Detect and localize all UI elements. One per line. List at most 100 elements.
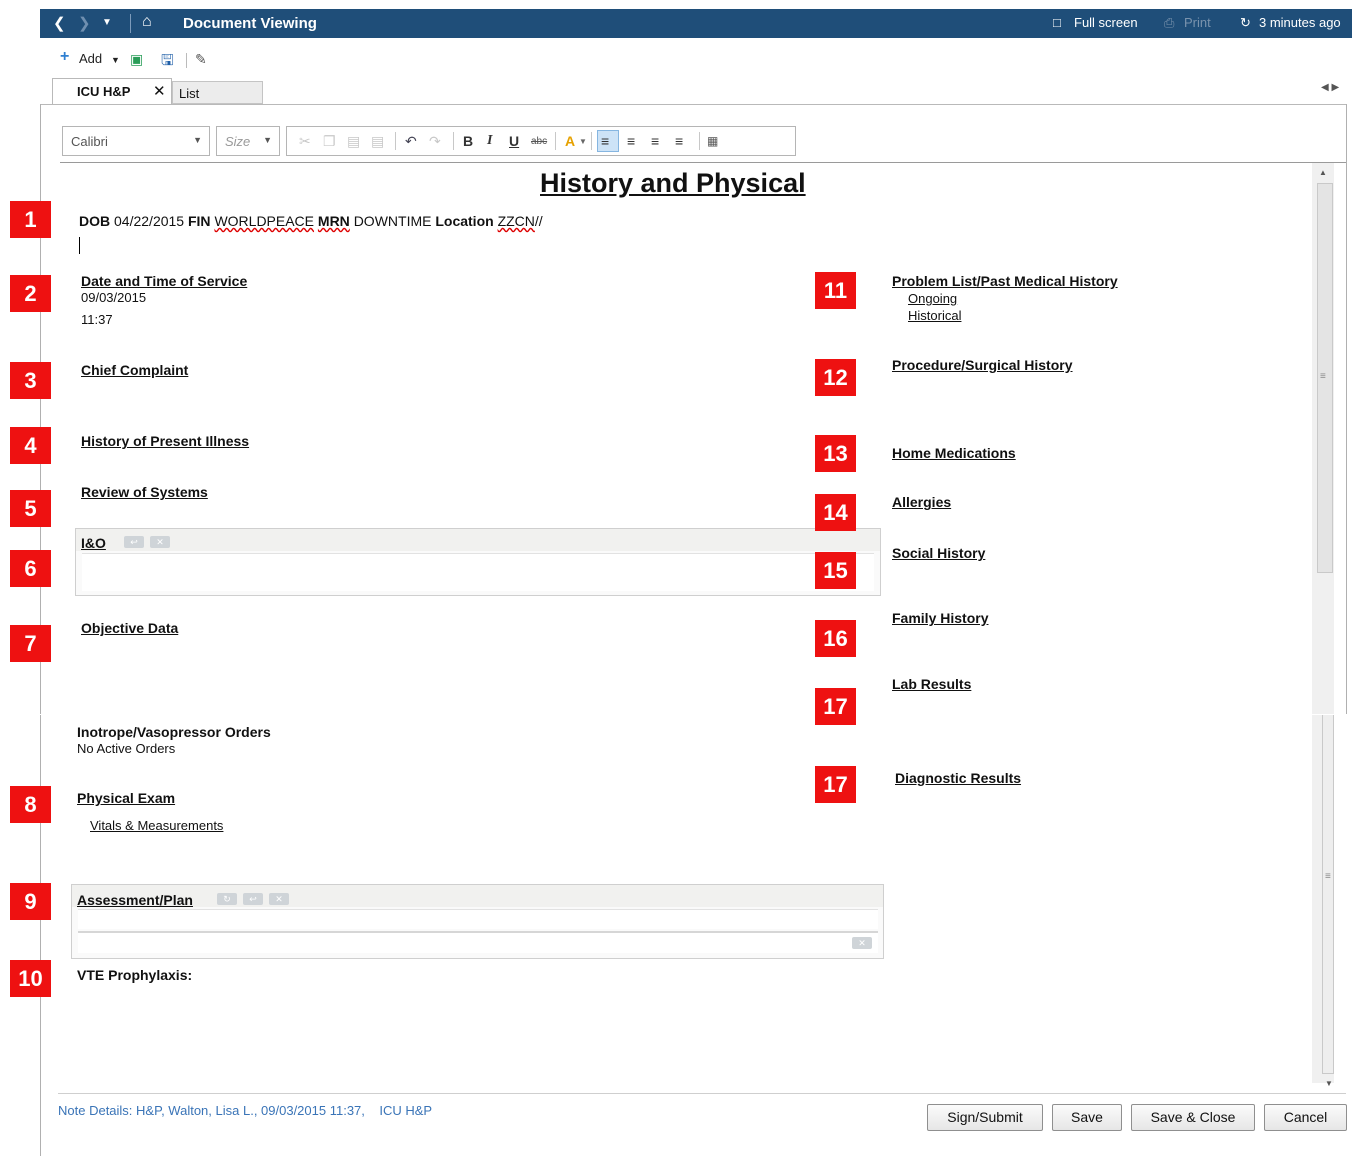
editor-top-border [60,162,1346,163]
footer-divider [58,1093,1346,1094]
demographics-line: DOB 04/22/2015 FIN WORLDPEACE MRN DOWNTI… [79,213,543,229]
strikethrough-icon[interactable]: abc [531,136,547,147]
add-icon[interactable]: + [60,48,69,66]
callout-badge: 11 [815,272,856,309]
save-close-button[interactable]: Save & Close [1131,1104,1255,1131]
italic-icon[interactable]: I [487,133,492,149]
callout-badge: 12 [815,359,856,396]
edit-icon[interactable]: ✎ [195,51,207,68]
remove-icon[interactable]: ✕ [150,536,170,548]
assessment-plan-section: Assessment/Plan ↻ ↩ ✕ ✕ [71,884,884,959]
format-toolbar: ✂ ❐ ▤ ▤ ↶ ↷ B I U abc A ▼ ≡ ≡ ≡ ≡ ▦ [286,126,796,156]
callout-badge: 15 [815,552,856,589]
sign-submit-button[interactable]: Sign/Submit [927,1104,1043,1131]
add-dropdown-icon[interactable]: ▼ [111,55,120,65]
tab-list-label: List [179,86,200,101]
forward-icon[interactable]: ❯ [78,14,91,32]
callout-badge: 2 [10,275,51,312]
hpi-heading[interactable]: History of Present Illness [81,433,249,449]
allergies-heading[interactable]: Allergies [892,494,951,510]
fullscreen-icon[interactable]: □ [1053,15,1061,30]
align-center-icon[interactable]: ≡ [627,133,635,149]
vitals-link[interactable]: Vitals & Measurements [90,818,223,833]
close-tab-icon[interactable]: ✕ [153,82,166,100]
service-time: 11:37 [81,312,113,327]
diagnostic-results-heading[interactable]: Diagnostic Results [895,770,1021,786]
chevron-down-icon: ▼ [263,135,272,145]
io-content[interactable] [82,553,874,591]
ros-heading[interactable]: Review of Systems [81,484,208,500]
callout-badge: 10 [10,960,51,997]
underline-icon[interactable]: U [509,133,519,149]
toolbar-separator [555,132,556,150]
save-button[interactable]: Save [1052,1104,1122,1131]
io-section-header [76,529,880,551]
align-justify-icon[interactable]: ≡ [675,133,683,149]
callout-badge: 8 [10,786,51,823]
insert-icon[interactable]: ↩ [124,536,144,548]
scroll-down-icon[interactable]: ▼ [1325,1079,1333,1088]
clear-entry-icon[interactable]: ✕ [852,937,872,949]
date-time-heading[interactable]: Date and Time of Service [81,273,247,289]
grip-icon: ≡ [1325,871,1331,882]
family-history-heading[interactable]: Family History [892,610,988,626]
scrollbar-thumb-lower[interactable] [1322,714,1334,1074]
font-size-select[interactable]: Size ▼ [216,126,280,156]
insert-icon[interactable]: ↩ [243,893,263,905]
assessment-plan-content[interactable] [78,909,878,929]
editor-frame-right [1346,104,1347,714]
assessment-plan-heading[interactable]: Assessment/Plan [77,892,193,908]
physical-exam-heading[interactable]: Physical Exam [77,790,175,806]
procedure-history-heading[interactable]: Procedure/Surgical History [892,357,1073,373]
fullscreen-button[interactable]: Full screen [1074,15,1138,30]
assessment-plan-header [72,885,883,907]
font-color-icon[interactable]: A [565,133,575,149]
problem-list-heading[interactable]: Problem List/Past Medical History [892,273,1118,289]
align-left-icon[interactable]: ≡ [601,133,609,149]
location-suffix: // [534,213,543,229]
tab-scroll-arrows[interactable]: ◀ ▶ [1321,82,1339,93]
refresh-icon[interactable]: ↻ [1240,15,1251,31]
ongoing-link[interactable]: Ongoing [908,291,957,306]
scroll-up-icon[interactable]: ▲ [1319,168,1327,177]
home-medications-heading[interactable]: Home Medications [892,445,1016,461]
bold-icon[interactable]: B [463,133,473,149]
mrn-label: MRN [317,213,350,229]
callout-badge: 13 [815,435,856,472]
toolbar-separator [699,132,700,150]
io-heading[interactable]: I&O [81,535,106,551]
assessment-plan-entry[interactable]: ✕ [78,931,878,953]
tab-list[interactable]: List [172,81,263,104]
add-button[interactable]: Add [79,51,102,66]
screenshot-icon[interactable]: ▣ [130,51,143,68]
last-refreshed[interactable]: 3 minutes ago [1259,15,1341,30]
chief-complaint-heading[interactable]: Chief Complaint [81,362,188,378]
historical-link[interactable]: Historical [908,308,961,323]
tab-strip-border [40,104,1347,105]
home-icon[interactable]: ⌂ [142,13,152,31]
document-title: History and Physical [540,168,806,198]
history-dropdown-icon[interactable]: ▼ [102,17,112,28]
font-color-dropdown-icon[interactable]: ▼ [579,137,587,146]
social-history-heading[interactable]: Social History [892,545,985,561]
refresh-icon[interactable]: ↻ [217,893,237,905]
location-value: ZZCN [497,213,535,229]
back-icon[interactable]: ❮ [53,14,66,32]
callout-badge: 16 [815,620,856,657]
dob-value: 04/22/2015 [114,213,185,229]
remove-icon[interactable]: ✕ [269,893,289,905]
toolbar-divider [186,53,187,68]
objective-data-heading[interactable]: Objective Data [81,620,178,636]
cancel-button[interactable]: Cancel [1264,1104,1347,1131]
lab-results-heading[interactable]: Lab Results [892,676,971,692]
print-icon: ⎙ [1164,15,1175,30]
undo-icon[interactable]: ↶ [405,133,417,150]
save-icon[interactable]: 🖫 [161,50,174,75]
tab-icu-hp[interactable]: ICU H&P ✕ [52,78,172,104]
align-right-icon[interactable]: ≡ [651,133,659,149]
table-icon[interactable]: ▦ [707,134,718,148]
grip-icon: ≡ [1320,371,1326,382]
callout-badge: 17 [815,766,856,803]
font-family-select[interactable]: Calibri ▼ [62,126,210,156]
inotrope-value: No Active Orders [77,741,176,756]
